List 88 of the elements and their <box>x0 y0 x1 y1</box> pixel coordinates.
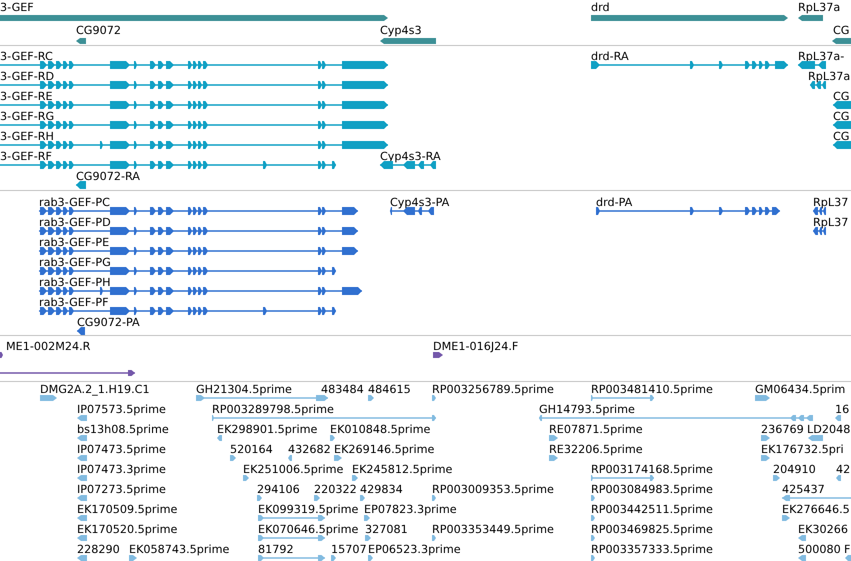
feature-label: GH14793.5prime <box>539 403 635 416</box>
feature-label: 3-GEF-RG <box>0 110 54 123</box>
feature-label: CG9072-PA <box>77 316 140 329</box>
feature-label: CG9072-RA <box>76 170 140 183</box>
feature-label: CG <box>833 24 850 37</box>
feature-label: 204910 <box>773 463 816 476</box>
feature-label: GM06434.5prim <box>755 383 846 396</box>
feature-label: 484615 <box>368 383 411 396</box>
feature-label: CG9072 <box>76 24 121 37</box>
feature-label: RP003442511.5prime <box>591 503 713 516</box>
feature-label: 429834 <box>360 483 403 496</box>
feature-label: RpL37a <box>798 1 840 14</box>
feature-label: RP003357333.5prime <box>591 543 713 556</box>
feature-label: 81792 <box>258 543 294 556</box>
feature-label: 3-GEF-RE <box>0 90 53 103</box>
feature-label: EK176732.5pri <box>761 443 844 456</box>
feature-label: RP003084983.5prime <box>591 483 713 496</box>
feature-label: CG <box>833 130 850 143</box>
feature-label: drd-RA <box>591 50 629 63</box>
feature-label: LD2048 <box>807 423 850 436</box>
feature-label: CG <box>833 90 850 103</box>
feature-label: 425437 <box>782 483 825 496</box>
feature-label: 432682 <box>288 443 331 456</box>
feature-label: RpL37a <box>808 70 850 83</box>
feature-label: IP07573.5prime <box>77 403 166 416</box>
feature-label: EP06523.3prime <box>368 543 461 556</box>
feature-label: 294106 <box>257 483 300 496</box>
feature-label: 3-GEF-RC <box>0 50 53 63</box>
feature-label: rab3-GEF-PD <box>39 216 111 229</box>
feature-label: 228290 <box>77 543 120 556</box>
feature-label: RpL37 <box>813 216 848 229</box>
feature-label: RP003289798.5prime <box>212 403 334 416</box>
feature-label: EK170520.5prime <box>77 523 178 536</box>
feature-label: RP003009353.5prime <box>432 483 554 496</box>
feature-label: 16 <box>835 403 850 416</box>
feature-label: 15707 <box>331 543 367 556</box>
feature-label: RE07871.5prime <box>549 423 643 436</box>
feature-label: rab3-GEF-PG <box>39 256 111 269</box>
feature-label: Cyp4s3-RA <box>380 150 441 163</box>
feature-label: RE32206.5prime <box>549 443 643 456</box>
feature-label: EK058743.5prime <box>129 543 230 556</box>
feature-label: CG <box>833 110 850 123</box>
feature-label: IP07473.3prime <box>77 463 166 476</box>
feature-label: RpL37a- <box>798 50 844 63</box>
feature-label: 3-GEF-RD <box>0 70 54 83</box>
feature-label: EK245812.5prime <box>352 463 452 476</box>
feature-label: EK30266 <box>798 523 848 536</box>
feature-label: bs13h08.5prime <box>77 423 169 436</box>
feature-label: 42 <box>836 463 850 476</box>
feature-label: rab3-GEF-PC <box>39 196 110 209</box>
feature-label: 520164 <box>230 443 273 456</box>
feature-label: drd-PA <box>596 196 632 209</box>
feature-label: rab3-GEF-PH <box>39 276 110 289</box>
feature-label: rab3-GEF-PF <box>39 296 109 309</box>
feature-label: EK269146.5prime <box>334 443 434 456</box>
feature-label: drd <box>591 1 610 14</box>
feature-label: Cyp4s3 <box>380 24 422 37</box>
feature-label: RP003469825.5prime <box>591 523 713 536</box>
feature-label: Cyp4s3-PA <box>390 196 450 209</box>
feature-label: 220322 <box>314 483 357 496</box>
feature-label: EK251006.5prime <box>243 463 344 476</box>
feature-label: ME1-002M24.R <box>6 340 90 353</box>
feature-label: IP07273.5prime <box>77 483 166 496</box>
feature-label: EK276646.5 <box>782 503 850 516</box>
feature-label: EK099319.5prime <box>258 503 358 516</box>
feature-label: F <box>844 543 850 556</box>
feature-label: DMG2A.2_1.H19.C1 <box>40 383 150 396</box>
feature-label: rab3-GEF-PE <box>39 236 110 249</box>
feature-label: RP003353449.5prime <box>432 523 554 536</box>
feature-label: 500080 <box>798 543 841 556</box>
feature-label: EK170509.5prime <box>77 503 178 516</box>
feature-label: RP003481410.5prime <box>591 383 713 396</box>
feature-label: 483484 <box>321 383 364 396</box>
feature-label: GH21304.5prime <box>196 383 292 396</box>
feature-label: IP07473.5prime <box>77 443 166 456</box>
feature-label: EK070646.5prime <box>258 523 358 536</box>
feature-label: 3-GEF <box>0 1 34 14</box>
feature-label: EP07823.3prime <box>364 503 457 516</box>
feature-label: RP003174168.5prime <box>591 463 713 476</box>
feature-label: 3-GEF-RH <box>0 130 54 143</box>
feature-label: EK010848.5prime <box>330 423 430 436</box>
feature-label: DME1-016J24.F <box>433 340 518 353</box>
feature-label: RP003256789.5prime <box>432 383 554 396</box>
feature-label: 327081 <box>365 523 408 536</box>
feature-label: 236769 <box>761 423 804 436</box>
feature-label: EK298901.5prime <box>217 423 318 436</box>
feature-label: 3-GEF-RF <box>0 150 52 163</box>
feature-label: RpL37 <box>813 196 848 209</box>
